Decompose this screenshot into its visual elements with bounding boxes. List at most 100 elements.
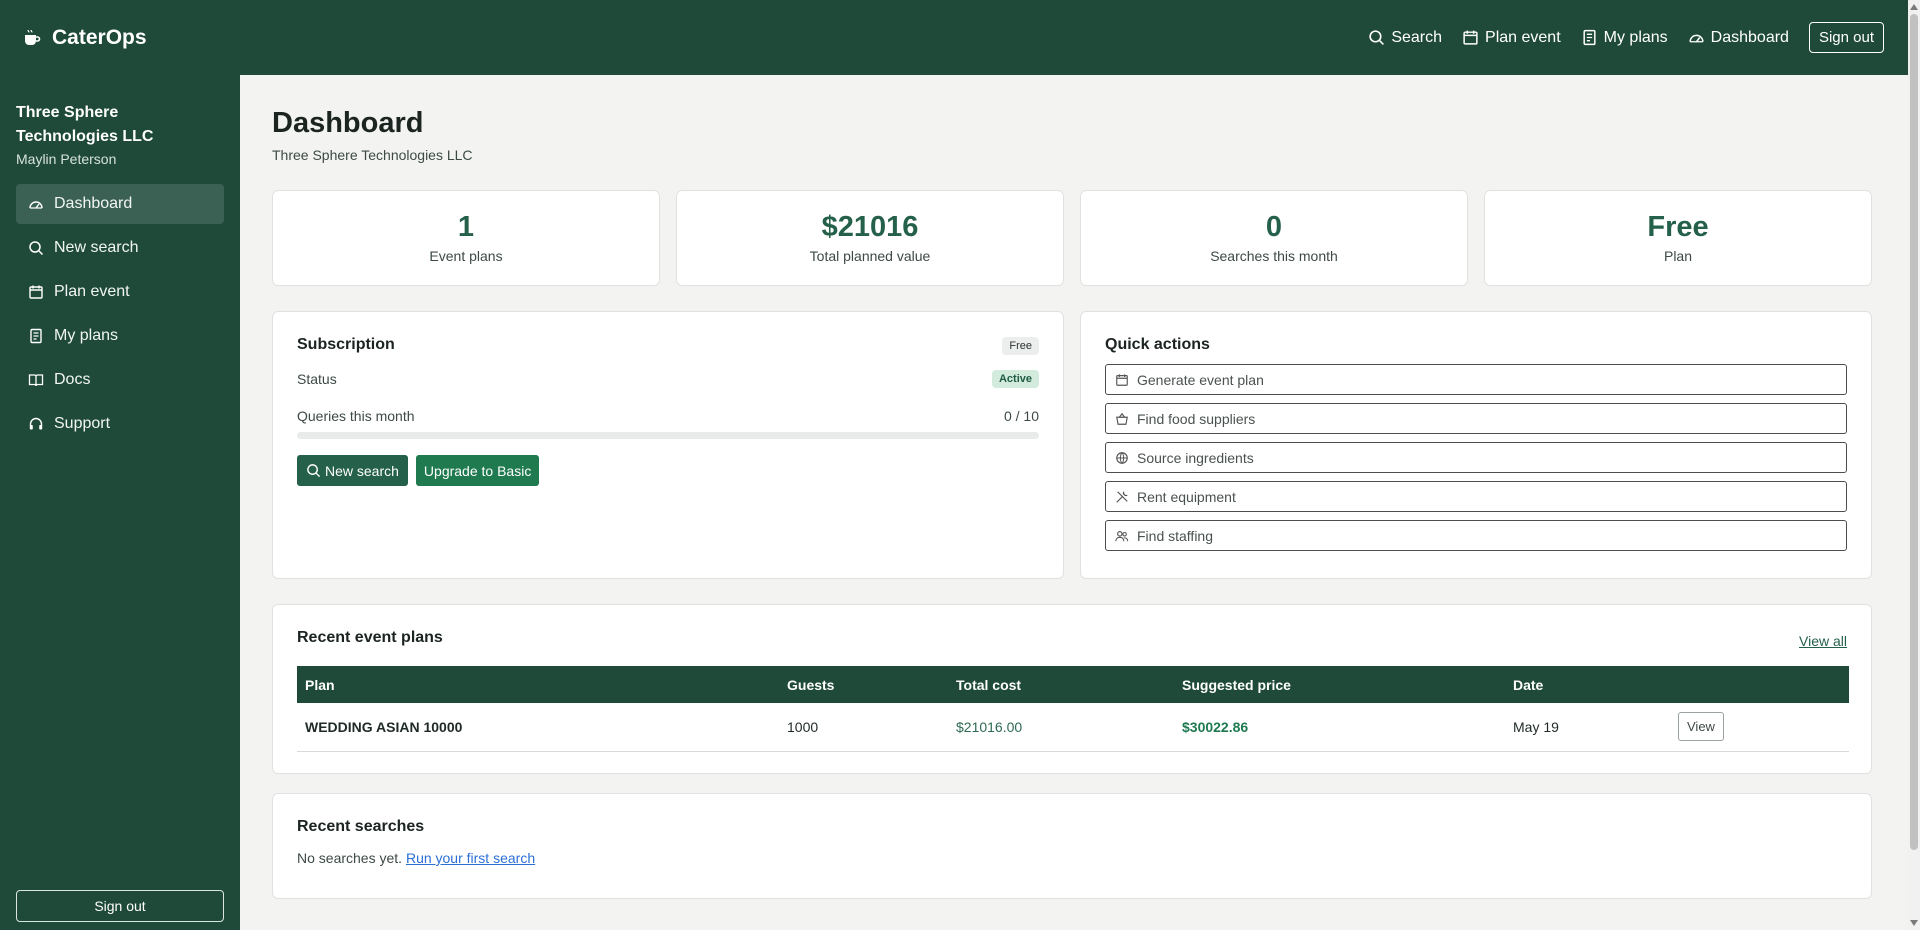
- document-icon: [30, 328, 42, 344]
- column-header-action: [1670, 666, 1849, 703]
- calendar-icon: [29, 285, 43, 299]
- status-row: Status Active: [297, 370, 1039, 388]
- coffee-cup-icon: [25, 29, 41, 45]
- user-name: Maylin Peterson: [16, 151, 117, 167]
- queries-label: Queries this month: [297, 408, 415, 424]
- column-header-suggested-price: Suggested price: [1182, 676, 1291, 693]
- stat-value: $21016: [821, 211, 919, 243]
- org-name: Three Sphere Technologies LLC: [16, 104, 154, 145]
- top-bar: CaterOps Search Plan event My plans Dash…: [0, 0, 1908, 75]
- search-icon: [1369, 30, 1385, 45]
- topnav-plan-event-label: Plan event: [1485, 28, 1561, 46]
- stat-value: 0: [1265, 211, 1283, 243]
- top-nav: Search Plan event My plans Dashboard Sig…: [1368, 22, 1884, 53]
- cell-total-cost: $21016.00: [948, 703, 1174, 752]
- stat-label: Total planned value: [809, 248, 931, 264]
- gauge-icon: [29, 201, 43, 209]
- quick-action-source-ingredients[interactable]: Source ingredients: [1105, 442, 1847, 473]
- quick-action-label: Find staffing: [1137, 527, 1214, 544]
- view-all-link[interactable]: View all: [1799, 633, 1847, 649]
- quick-actions-card: Quick actions Generate event plan Find f…: [1080, 311, 1872, 579]
- sidebar-item-new-search[interactable]: New search: [16, 228, 224, 268]
- queries-progress-bar: [297, 432, 1039, 439]
- calendar-icon: [1463, 30, 1478, 45]
- stat-label: Searches this month: [1210, 248, 1338, 264]
- sidebar-item-label: Docs: [54, 371, 91, 388]
- headset-icon: [29, 417, 43, 430]
- queries-value: 0 / 10: [1003, 408, 1039, 424]
- page-scrollbar[interactable]: [1908, 0, 1920, 930]
- sidebar-item-label: New search: [54, 239, 139, 256]
- page-subtitle: Three Sphere Technologies LLC: [272, 147, 473, 163]
- scroll-up-arrow-icon[interactable]: [1910, 4, 1918, 10]
- status-label: Status: [297, 371, 337, 387]
- brand[interactable]: CaterOps: [22, 26, 147, 50]
- recent-plans-title: Recent event plans: [297, 629, 443, 646]
- recent-searches-card: Recent searches No searches yet. Run you…: [272, 793, 1872, 899]
- quick-action-generate-event-plan[interactable]: Generate event plan: [1105, 364, 1847, 395]
- column-header-date: Date: [1513, 676, 1544, 693]
- topnav-plan-event[interactable]: Plan event: [1462, 29, 1561, 47]
- sidebar-item-plan-event[interactable]: Plan event: [16, 272, 224, 312]
- recent-plans-table: Plan Guests Total cost Suggested price D…: [297, 666, 1849, 752]
- cell-suggested-price: $30022.86: [1174, 703, 1505, 752]
- new-search-button-label: New search: [325, 462, 399, 479]
- stat-card-searches-this-month: 0 Searches this month: [1080, 190, 1468, 286]
- topnav-dashboard-label: Dashboard: [1710, 28, 1789, 46]
- topnav-dashboard[interactable]: Dashboard: [1688, 29, 1789, 47]
- quick-action-label: Rent equipment: [1137, 488, 1236, 505]
- quick-action-find-staffing[interactable]: Find staffing: [1105, 520, 1847, 551]
- upgrade-button[interactable]: Upgrade to Basic: [415, 455, 540, 486]
- recent-searches-empty: No searches yet. Run your first search: [297, 850, 1847, 866]
- cell-date: May 19: [1505, 703, 1670, 752]
- topnav-my-plans-label: My plans: [1603, 28, 1668, 46]
- quick-actions-title: Quick actions: [1105, 336, 1210, 353]
- topnav-search-label: Search: [1391, 28, 1443, 46]
- sidebar-nav: Dashboard New search Plan event My plans…: [16, 184, 224, 444]
- empty-text: No searches yet.: [297, 850, 403, 866]
- sidebar-item-support[interactable]: Support: [16, 404, 224, 444]
- quick-actions-list: Generate event plan Find food suppliers …: [1105, 364, 1847, 551]
- table-header-row: Plan Guests Total cost Suggested price D…: [297, 666, 1849, 703]
- sidebar-item-label: Dashboard: [54, 195, 133, 212]
- recent-event-plans-card: Recent event plans View all Plan Guests …: [272, 604, 1872, 774]
- column-header-plan: Plan: [305, 676, 335, 693]
- sidebar-item-label: Plan event: [54, 283, 130, 300]
- sidebar-item-label: Support: [54, 415, 111, 432]
- table-row: WEDDING ASIAN 10000 1000 $21016.00 $3002…: [297, 703, 1849, 752]
- run-first-search-link[interactable]: Run your first search: [406, 850, 535, 866]
- quick-action-rent-equipment[interactable]: Rent equipment: [1105, 481, 1847, 512]
- sidebar-item-docs[interactable]: Docs: [16, 360, 224, 400]
- quick-action-label: Find food suppliers: [1137, 410, 1256, 427]
- sidebar-item-my-plans[interactable]: My plans: [16, 316, 224, 356]
- stat-card-event-plans: 1 Event plans: [272, 190, 660, 286]
- topnav-search[interactable]: Search: [1368, 29, 1442, 47]
- scroll-thumb[interactable]: [1910, 14, 1918, 850]
- plan-badge: Free: [1002, 337, 1039, 355]
- document-icon: [1583, 29, 1596, 46]
- stat-label: Plan: [1663, 248, 1693, 264]
- subscription-card: Subscription Free Status Active Queries …: [272, 311, 1064, 579]
- stat-value: 1: [457, 211, 475, 243]
- globe-icon: [1116, 451, 1128, 464]
- queries-row: Queries this month 0 / 10: [297, 408, 1039, 424]
- stat-value: Free: [1647, 211, 1709, 243]
- stat-card-total-planned-value: $21016 Total planned value: [676, 190, 1064, 286]
- sidebar-sign-out-button[interactable]: Sign out: [16, 890, 224, 922]
- new-search-button[interactable]: New search: [297, 455, 408, 486]
- app-name: CaterOps: [52, 25, 147, 49]
- calendar-icon: [1116, 373, 1128, 386]
- view-plan-button[interactable]: View: [1678, 712, 1724, 742]
- cell-action: View: [1670, 703, 1849, 752]
- cell-guests: 1000: [779, 703, 948, 752]
- book-icon: [28, 374, 44, 387]
- top-sign-out-button[interactable]: Sign out: [1808, 22, 1884, 53]
- quick-action-label: Generate event plan: [1137, 371, 1264, 388]
- scroll-down-arrow-icon[interactable]: [1910, 920, 1918, 926]
- recent-searches-title: Recent searches: [297, 818, 425, 835]
- quick-action-find-food-suppliers[interactable]: Find food suppliers: [1105, 403, 1847, 434]
- sidebar-item-dashboard[interactable]: Dashboard: [16, 184, 224, 224]
- subscription-actions: New search Upgrade to Basic: [297, 455, 540, 486]
- topnav-my-plans[interactable]: My plans: [1581, 29, 1668, 47]
- search-icon: [307, 464, 321, 478]
